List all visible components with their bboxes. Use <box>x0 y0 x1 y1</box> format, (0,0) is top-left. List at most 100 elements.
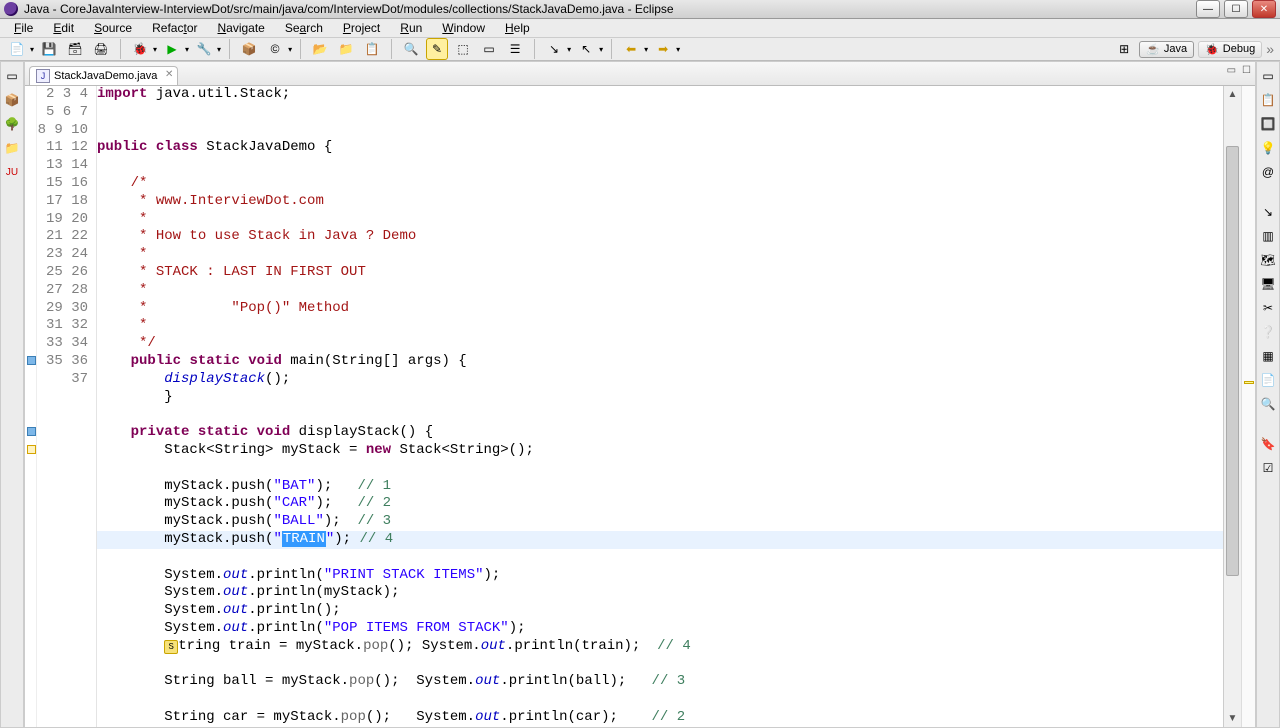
menu-edit[interactable]: Edit <box>45 19 82 37</box>
run-last-button[interactable]: 🔧 <box>193 38 215 60</box>
menu-help[interactable]: Help <box>497 19 538 37</box>
annotations-icon[interactable]: @ <box>1260 164 1276 180</box>
toggle-block-button[interactable]: ⬚ <box>452 38 474 60</box>
restore-icon[interactable]: ▭ <box>1260 68 1276 84</box>
window-titlebar: Java - CoreJavaInterview-InterviewDot/sr… <box>0 0 1280 19</box>
open-type-button[interactable]: 📂 <box>309 38 331 60</box>
type-hierarchy-icon[interactable]: 🌳 <box>4 116 20 132</box>
dropdown-icon[interactable]: ▾ <box>217 45 221 54</box>
dropdown-icon[interactable]: ▾ <box>644 45 648 54</box>
new-package-button[interactable]: 📦 <box>238 38 260 60</box>
map-icon[interactable]: 🗺 <box>1260 252 1276 268</box>
overview-ruler[interactable] <box>1241 86 1255 727</box>
perspective-debug[interactable]: 🐞 Debug <box>1198 41 1262 58</box>
maximize-editor-button[interactable]: ☐ <box>1242 65 1251 76</box>
caret-indicator: S <box>164 640 178 654</box>
restore-icon[interactable]: ▭ <box>4 68 20 84</box>
perspective-java[interactable]: ☕ Java <box>1139 41 1194 58</box>
minimize-editor-button[interactable]: ▭ <box>1227 65 1236 76</box>
open-resource-button[interactable]: 📋 <box>361 38 383 60</box>
package-explorer-icon[interactable]: 📦 <box>4 92 20 108</box>
snippets-icon[interactable]: ✂ <box>1260 300 1276 316</box>
toolbar-separator <box>229 39 230 59</box>
java-perspective-label: Java <box>1164 43 1187 55</box>
scrollbar-thumb[interactable] <box>1226 146 1239 576</box>
editor-area: J StackJavaDemo.java ✕ ▭ ☐ 2 3 4 5 6 7 8… <box>24 61 1256 728</box>
debug-perspective-label: Debug <box>1223 43 1255 55</box>
task-list-icon[interactable]: 📋 <box>1260 92 1276 108</box>
workspace: ▭ 📦 🌳 📁 JU J StackJavaDemo.java ✕ ▭ ☐ 2 … <box>0 61 1280 728</box>
tasks-icon[interactable]: ☑ <box>1260 460 1276 476</box>
run-button[interactable]: ▶ <box>161 38 183 60</box>
dropdown-icon[interactable]: ▾ <box>599 45 603 54</box>
back-button[interactable]: ⬅ <box>620 38 642 60</box>
cheatsheet-icon[interactable]: 💡 <box>1260 140 1276 156</box>
next-annotation-button[interactable]: ↘ <box>543 38 565 60</box>
prev-annotation-button[interactable]: ↖ <box>575 38 597 60</box>
toolbar-separator <box>120 39 121 59</box>
dropdown-icon[interactable]: ▾ <box>185 45 189 54</box>
new-button[interactable]: 📄 <box>6 38 28 60</box>
main-toolbar: 📄▾ 💾 🗃 🖨 🐞▾ ▶▾ 🔧▾ 📦 ©▾ 📂 📁 📋 🔍 ✎ ⬚ ▭ ☰ ↘… <box>0 38 1280 61</box>
right-fastview: ▭ 📋 🔲 💡 @ ↘ ▥ 🗺 🖥 ✂ ❔ ▦ 📄 🔍 🔖 ☑ <box>1256 61 1280 728</box>
editor-body: 2 3 4 5 6 7 8 9 10 11 12 13 14 15 16 17 … <box>25 86 1255 727</box>
search-button[interactable]: 🔍 <box>400 38 422 60</box>
menu-refactor[interactable]: Refactor <box>144 19 205 37</box>
menu-window[interactable]: Window <box>434 19 493 37</box>
dropdown-icon[interactable]: ▾ <box>676 45 680 54</box>
left-fastview: ▭ 📦 🌳 📁 JU <box>0 61 24 728</box>
toolbar-separator <box>534 39 535 59</box>
menu-navigate[interactable]: Navigate <box>209 19 272 37</box>
dropdown-icon[interactable]: ▾ <box>288 45 292 54</box>
declaration-icon[interactable]: ↘ <box>1260 204 1276 220</box>
forward-button[interactable]: ➡ <box>652 38 674 60</box>
show-whitespace-button[interactable]: ▭ <box>478 38 500 60</box>
bookmarks-icon[interactable]: 🔖 <box>1260 436 1276 452</box>
scroll-down-icon[interactable]: ▼ <box>1224 711 1241 727</box>
vertical-scrollbar[interactable]: ▲ ▼ <box>1223 86 1241 727</box>
overview-mark <box>1244 381 1254 384</box>
junit-icon[interactable]: JU <box>4 164 20 180</box>
scroll-up-icon[interactable]: ▲ <box>1224 86 1241 102</box>
menu-project[interactable]: Project <box>335 19 388 37</box>
close-button[interactable]: ✕ <box>1252 0 1276 18</box>
close-tab-icon[interactable]: ✕ <box>165 69 173 80</box>
menu-run[interactable]: Run <box>392 19 430 37</box>
search-view-icon[interactable]: 🔍 <box>1260 396 1276 412</box>
editor-tabbar: J StackJavaDemo.java ✕ ▭ ☐ <box>25 62 1255 86</box>
dropdown-icon[interactable]: ▾ <box>30 45 34 54</box>
menu-source[interactable]: Source <box>86 19 140 37</box>
servers-icon[interactable]: 🖥 <box>1260 276 1276 292</box>
menubar: File Edit Source Refactor Navigate Searc… <box>0 19 1280 38</box>
menu-search[interactable]: Search <box>277 19 331 37</box>
toolbar-separator <box>391 39 392 59</box>
save-button[interactable]: 💾 <box>38 38 60 60</box>
toggle-mark-button[interactable]: ✎ <box>426 38 448 60</box>
open-perspective-button[interactable]: ⊞ <box>1113 38 1135 60</box>
save-all-button[interactable]: 🗃 <box>64 38 86 60</box>
toolbar-separator <box>611 39 612 59</box>
editor-tab-active[interactable]: J StackJavaDemo.java ✕ <box>29 66 178 85</box>
line-number-gutter: 2 3 4 5 6 7 8 9 10 11 12 13 14 15 16 17 … <box>37 86 97 727</box>
maximize-button[interactable]: ☐ <box>1224 0 1248 18</box>
outline-icon[interactable]: 🔲 <box>1260 116 1276 132</box>
new-class-button[interactable]: © <box>264 38 286 60</box>
show-source-button[interactable]: ☰ <box>504 38 526 60</box>
menu-file[interactable]: File <box>6 19 41 37</box>
open-task-button[interactable]: 📁 <box>335 38 357 60</box>
perspective-overflow-icon[interactable]: » <box>1266 41 1274 57</box>
dropdown-icon[interactable]: ▾ <box>153 45 157 54</box>
code-area[interactable]: import java.util.Stack; public class Sta… <box>97 86 1223 727</box>
debug-perspective-icon: 🐞 <box>1205 43 1219 56</box>
help-icon[interactable]: ❔ <box>1260 324 1276 340</box>
print-button[interactable]: 🖨 <box>90 38 112 60</box>
debug-button[interactable]: 🐞 <box>129 38 151 60</box>
console-icon[interactable]: ▥ <box>1260 228 1276 244</box>
toolbar-separator <box>300 39 301 59</box>
javadoc-icon[interactable]: 📄 <box>1260 372 1276 388</box>
problems-icon[interactable]: ▦ <box>1260 348 1276 364</box>
dropdown-icon[interactable]: ▾ <box>567 45 571 54</box>
navigator-icon[interactable]: 📁 <box>4 140 20 156</box>
eclipse-icon <box>4 2 18 16</box>
minimize-button[interactable]: — <box>1196 0 1220 18</box>
